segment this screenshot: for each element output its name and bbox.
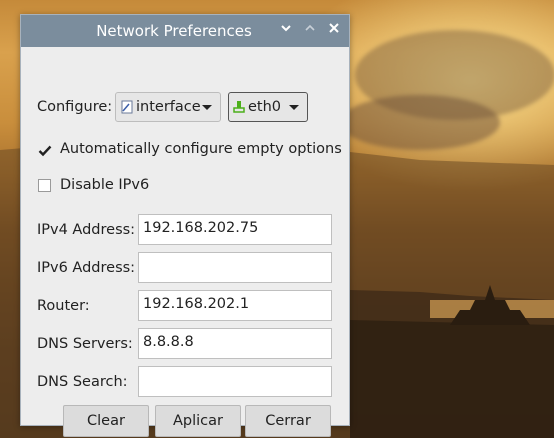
configure-type-value: interface	[136, 99, 201, 115]
dns-servers-input[interactable]: 8.8.8.8	[138, 328, 332, 359]
network-preferences-window: Network Preferences Configure: interface	[20, 14, 350, 437]
router-input[interactable]: 192.168.202.1	[138, 290, 332, 321]
window-title: Network Preferences	[96, 22, 252, 40]
checkmark-icon	[38, 145, 52, 157]
configure-device-value: eth0	[248, 99, 282, 115]
dns-search-input[interactable]	[138, 366, 332, 397]
auto-configure-checkbox[interactable]	[38, 143, 52, 157]
clear-button[interactable]: Clear	[63, 405, 149, 437]
chevron-down-icon[interactable]	[277, 22, 295, 40]
ipv6-label: IPv6 Address:	[37, 260, 136, 276]
caret-down-icon	[202, 105, 212, 110]
auto-configure-label[interactable]: Automatically configure empty options	[60, 141, 342, 157]
dns-servers-label: DNS Servers:	[37, 336, 133, 352]
configure-device-dropdown[interactable]: eth0	[228, 92, 308, 122]
dns-search-label: DNS Search:	[37, 374, 128, 390]
chevron-up-icon[interactable]	[301, 22, 319, 40]
interface-icon	[120, 100, 134, 114]
titlebar[interactable]: Network Preferences	[21, 15, 349, 47]
disable-ipv6-label[interactable]: Disable IPv6	[60, 177, 149, 193]
ipv6-address-input[interactable]	[138, 252, 332, 283]
configure-label: Configure:	[37, 99, 113, 115]
router-label: Router:	[37, 298, 90, 314]
disable-ipv6-checkbox[interactable]	[38, 179, 51, 192]
ethernet-icon	[232, 100, 246, 114]
temple-silhouette	[450, 285, 530, 325]
ipv4-address-input[interactable]: 192.168.202.75	[138, 214, 332, 245]
configure-type-dropdown[interactable]: interface	[115, 92, 221, 122]
apply-button[interactable]: Aplicar	[155, 405, 241, 437]
ipv4-label: IPv4 Address:	[37, 222, 136, 238]
caret-down-icon	[289, 105, 299, 110]
close-button[interactable]: Cerrar	[245, 405, 331, 437]
close-icon[interactable]	[325, 22, 343, 40]
